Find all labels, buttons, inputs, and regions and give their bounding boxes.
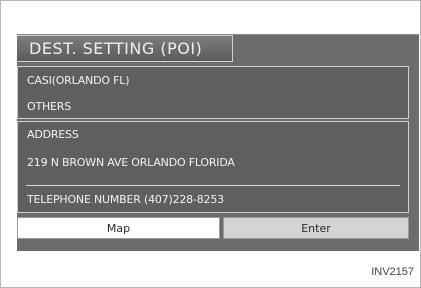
poi-category: CASI(ORLANDO FL) <box>27 74 130 87</box>
address-label: ADDRESS <box>27 128 79 141</box>
telephone-number: TELEPHONE NUMBER (407)228-8253 <box>27 193 224 206</box>
map-button[interactable]: Map <box>17 217 220 239</box>
poi-subcategory: OTHERS <box>27 100 72 113</box>
address-box[interactable]: ADDRESS 219 N BROWN AVE ORLANDO FLORIDA … <box>17 121 409 213</box>
screen-title: DEST. SETTING (POI) <box>29 39 203 58</box>
enter-button[interactable]: Enter <box>223 217 409 239</box>
figure-frame: DEST. SETTING (POI) CASI(ORLANDO FL) OTH… <box>0 0 421 288</box>
address-divider <box>26 185 400 186</box>
title-bar: DEST. SETTING (POI) <box>17 35 233 62</box>
address-value: 219 N BROWN AVE ORLANDO FLORIDA <box>27 156 235 169</box>
nav-screen: DEST. SETTING (POI) CASI(ORLANDO FL) OTH… <box>17 34 419 251</box>
poi-info-box[interactable]: CASI(ORLANDO FL) OTHERS <box>17 66 409 119</box>
figure-code: INV2157 <box>371 266 414 278</box>
